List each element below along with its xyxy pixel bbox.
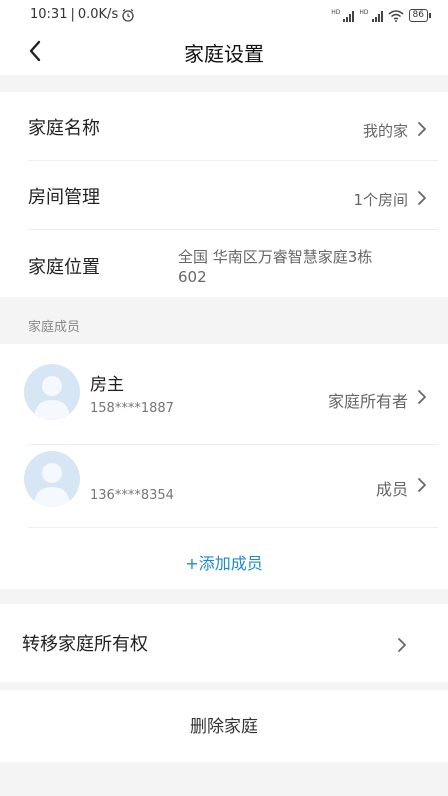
page-title: 家庭设置 — [184, 42, 264, 66]
transfer-ownership-label: 转移家庭所有权 — [22, 634, 148, 655]
user-avatar-icon — [34, 463, 70, 507]
family-location-value-line1: 全国 华南区万睿智慧家庭3栋 — [178, 248, 373, 266]
avatar — [24, 451, 80, 507]
transfer-ownership-row[interactable]: 转移家庭所有权 — [0, 604, 448, 682]
section-label-members: 家庭成员 — [28, 320, 81, 335]
avatar — [24, 364, 80, 420]
family-name-label: 家庭名称 — [28, 118, 100, 139]
divider — [28, 527, 438, 528]
chevron-right-icon — [418, 191, 426, 205]
room-management-label: 房间管理 — [28, 187, 100, 208]
user-avatar-icon — [34, 376, 70, 420]
family-name-row[interactable]: 家庭名称 我的家 — [0, 92, 448, 160]
family-location-label: 家庭位置 — [28, 257, 100, 278]
member-phone: 136****8354 — [90, 488, 174, 503]
family-name-value: 我的家 — [362, 122, 408, 140]
member-role: 成员 — [375, 480, 408, 499]
status-separator: | — [70, 7, 75, 22]
room-management-row[interactable]: 房间管理 1个房间 — [0, 161, 448, 229]
alarm-icon — [122, 8, 134, 22]
member-role: 家庭所有者 — [327, 392, 408, 411]
signal-icon — [343, 10, 355, 22]
status-bar: 10:31 | 0.0K/s HD HD 86 — [0, 0, 448, 30]
battery-icon: 86 — [408, 9, 432, 22]
member-row[interactable]: 136****8354 成员 — [0, 445, 448, 527]
family-location-value-line2: 602 — [178, 268, 207, 286]
family-location-row[interactable]: 家庭位置 全国 华南区万睿智慧家庭3栋 602 — [0, 230, 448, 297]
member-name: 房主 — [90, 375, 124, 395]
add-member-button[interactable]: +添加成员 — [0, 550, 448, 574]
chevron-right-icon — [418, 122, 426, 136]
status-right: HD HD 86 — [331, 9, 432, 22]
status-time: 10:31 — [30, 7, 68, 22]
member-row-owner[interactable]: 房主 158****1887 家庭所有者 — [0, 344, 448, 444]
chevron-right-icon — [398, 638, 406, 652]
status-left: 10:31 | 0.0K/s — [30, 7, 135, 22]
wifi-icon — [388, 9, 404, 22]
header: 家庭设置 — [0, 30, 448, 75]
member-phone: 158****1887 — [90, 401, 174, 416]
status-speed: 0.0K/s — [77, 7, 119, 22]
delete-family-button[interactable]: 删除家庭 — [0, 712, 448, 737]
room-count-value: 1个房间 — [353, 191, 408, 209]
signal-icon-2 — [371, 10, 383, 22]
chevron-right-icon — [418, 390, 426, 404]
chevron-right-icon — [418, 478, 426, 492]
